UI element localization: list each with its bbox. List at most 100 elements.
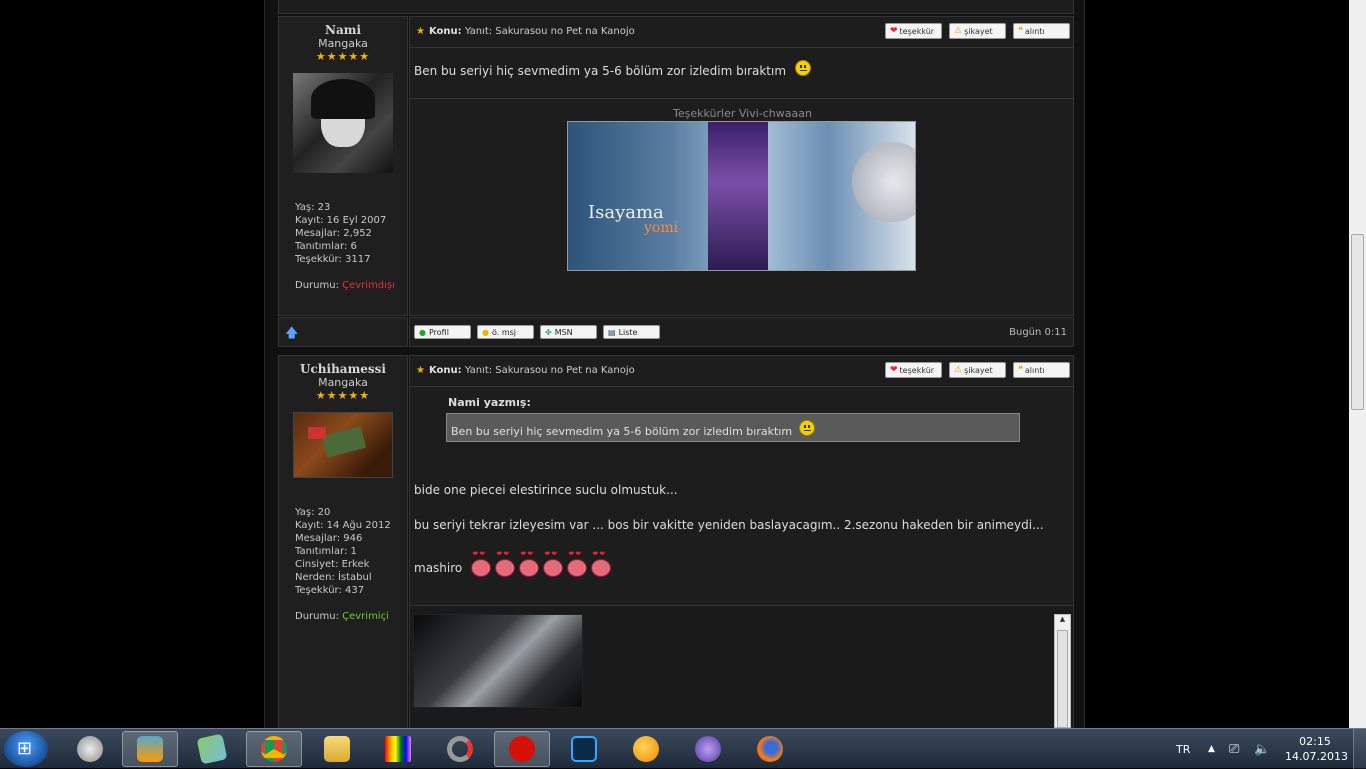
user-icon: ● xyxy=(419,327,426,337)
stat-age: Yaş: 23 xyxy=(295,202,331,213)
post-content: ★ Konu: Yanıt: Sakurasou no Pet na Kanojo… xyxy=(409,355,1074,728)
start-button[interactable]: ⊞ xyxy=(4,731,48,767)
mashiro-emote-icon xyxy=(591,550,612,577)
banner-figure xyxy=(708,122,768,270)
quote-label: alıntı xyxy=(1024,365,1045,375)
arrow-up-icon[interactable]: 🡅 xyxy=(285,324,298,346)
page-scroll-thumb[interactable] xyxy=(1351,234,1364,410)
taskbar-chrome[interactable] xyxy=(246,731,302,767)
banner-subtitle: yomi xyxy=(644,220,679,236)
report-button[interactable]: ⚠ şikayet xyxy=(949,362,1006,378)
rank-stars: ★★★★★ xyxy=(315,389,371,402)
quote-author: Nami yazmış: xyxy=(448,396,531,409)
user-status: Durumu: Çevrimdışı xyxy=(295,279,407,292)
post-footer-main: ● Profil ● ö. msj ✤ MSN ▤ Liste Bugün 0:11 xyxy=(409,317,1074,347)
media-player-icon xyxy=(137,736,163,762)
heart-icon: ❤ xyxy=(890,26,898,36)
taskbar-bittorrent[interactable] xyxy=(680,731,736,767)
thanks-button[interactable]: ❤ teşekkür xyxy=(885,23,942,39)
mashiro-emote-icon xyxy=(519,550,540,577)
status-label: Durumu: xyxy=(295,611,339,622)
avatar[interactable] xyxy=(293,73,393,173)
msn-label: MSN xyxy=(554,327,573,337)
taskbar-lastfm[interactable] xyxy=(494,731,550,767)
stat-joined: Kayıt: 14 Ağu 2012 xyxy=(295,520,391,531)
taskbar-firefox[interactable] xyxy=(742,731,798,767)
volume-icon[interactable]: 🔈 xyxy=(1254,729,1270,769)
avatar[interactable] xyxy=(293,412,393,478)
profile-label: Profil xyxy=(428,327,449,337)
list-button[interactable]: ▤ Liste xyxy=(603,325,660,339)
taskbar-clock-gadget[interactable] xyxy=(62,731,118,767)
msn-icon: ✤ xyxy=(545,327,552,337)
stat-joined: Kayıt: 16 Eyl 2007 xyxy=(295,215,387,226)
network-icon[interactable]: ⎚ xyxy=(1229,729,1239,769)
signature-scrollbar[interactable]: ▲ xyxy=(1054,614,1071,728)
username[interactable]: Nami xyxy=(279,23,407,37)
bittorrent-icon xyxy=(695,736,721,762)
stat-location: Nerden: İstabul xyxy=(295,572,372,583)
quote-icon: ❝ xyxy=(1018,26,1023,36)
smiley-icon xyxy=(795,59,812,76)
stat-thanks: Teşekkür: 3117 xyxy=(295,254,371,265)
stat-intros: Tanıtımlar: 6 xyxy=(295,241,357,252)
pm-label: ö. msj xyxy=(491,327,517,337)
scroll-up-icon[interactable]: ▲ xyxy=(1055,615,1070,629)
taskbar: ⊞ TR ▲ ⎚ 🔈 02:15 14.07.2013 xyxy=(0,728,1366,769)
pm-button[interactable]: ● ö. msj xyxy=(477,325,534,339)
clock-date: 14.07.2013 xyxy=(1285,750,1348,763)
chrome-icon xyxy=(261,736,287,762)
taskbar-photoshop[interactable] xyxy=(556,731,612,767)
message-icon: ● xyxy=(482,327,489,337)
page-scrollbar[interactable] xyxy=(1349,0,1366,728)
taskbar-file-explorer[interactable] xyxy=(309,731,365,767)
list-icon: ▤ xyxy=(608,327,616,337)
topic-label: Konu: xyxy=(428,365,462,376)
quote-button[interactable]: ❝ alıntı xyxy=(1013,362,1070,378)
tray-expand-icon[interactable]: ▲ xyxy=(1208,729,1215,769)
language-indicator[interactable]: TR xyxy=(1176,729,1190,769)
user-rank: Mangaka xyxy=(318,37,368,50)
stat-intros: Tanıtımlar: 1 xyxy=(295,546,357,557)
taskbar-app-ring[interactable] xyxy=(432,731,488,767)
user-links: ● Profil ● ö. msj ✤ MSN ▤ Liste xyxy=(414,325,660,339)
taskbar-explorer-alt[interactable] xyxy=(184,731,240,767)
taskbar-color-app[interactable] xyxy=(370,731,426,767)
msn-button[interactable]: ✤ MSN xyxy=(540,325,597,339)
avatar-hair xyxy=(311,79,375,119)
stat-thanks: Teşekkür: 437 xyxy=(295,585,365,596)
post-content: ★ Konu: Yanıt: Sakurasou no Pet na Kanojo… xyxy=(409,16,1074,316)
profile-button[interactable]: ● Profil xyxy=(414,325,471,339)
post-topic: ★ Konu: Yanıt: Sakurasou no Pet na Kanojo xyxy=(416,26,635,37)
star-icon: ★ xyxy=(416,365,425,376)
stat-age: Yaş: 20 xyxy=(295,507,331,518)
post-body: Nami yazmış: Ben bu seriyi hiç sevmedim … xyxy=(410,387,1073,605)
topic-title: Yanıt: Sakurasou no Pet na Kanojo xyxy=(464,365,635,376)
post-topic: ★ Konu: Yanıt: Sakurasou no Pet na Kanojo xyxy=(416,365,635,376)
thanks-button[interactable]: ❤ teşekkür xyxy=(885,362,942,378)
post-line-2: bu seriyi tekrar izleyesim var ... bos b… xyxy=(414,518,1044,532)
show-desktop-button[interactable] xyxy=(1353,729,1366,769)
report-button[interactable]: ⚠ şikayet xyxy=(949,23,1006,39)
lastfm-icon xyxy=(509,736,535,762)
quote-label: alıntı xyxy=(1024,26,1045,36)
mashiro-text: mashiro xyxy=(414,561,463,575)
ring-app-icon xyxy=(447,736,473,762)
quote-button[interactable]: ❝ alıntı xyxy=(1013,23,1070,39)
username[interactable]: Uchihamessi xyxy=(279,362,407,376)
thanks-label: teşekkür xyxy=(899,365,935,375)
post-actions: ❤ teşekkür ⚠ şikayet ❝ alıntı xyxy=(885,23,1070,39)
user-stats: Yaş: 23 Kayıt: 16 Eyl 2007 Mesajlar: 2,9… xyxy=(279,201,407,292)
taskbar-gom-player[interactable] xyxy=(618,731,674,767)
taskbar-media-player[interactable] xyxy=(122,731,178,767)
system-clock[interactable]: 02:15 14.07.2013 xyxy=(1285,734,1348,764)
folder-icon xyxy=(324,736,350,762)
warning-icon: ⚠ xyxy=(954,365,963,375)
stat-gender: Cinsiyet: Erkek xyxy=(295,559,370,570)
scroll-thumb[interactable] xyxy=(1057,630,1068,728)
stat-posts: Mesajlar: 946 xyxy=(295,533,363,544)
smiley-icon xyxy=(799,419,816,436)
report-label: şikayet xyxy=(964,365,993,375)
post-author-panel: Uchihamessi Mangaka ★★★★★ Yaş: 20 Kayıt:… xyxy=(278,355,408,728)
banner-moon xyxy=(852,142,915,222)
